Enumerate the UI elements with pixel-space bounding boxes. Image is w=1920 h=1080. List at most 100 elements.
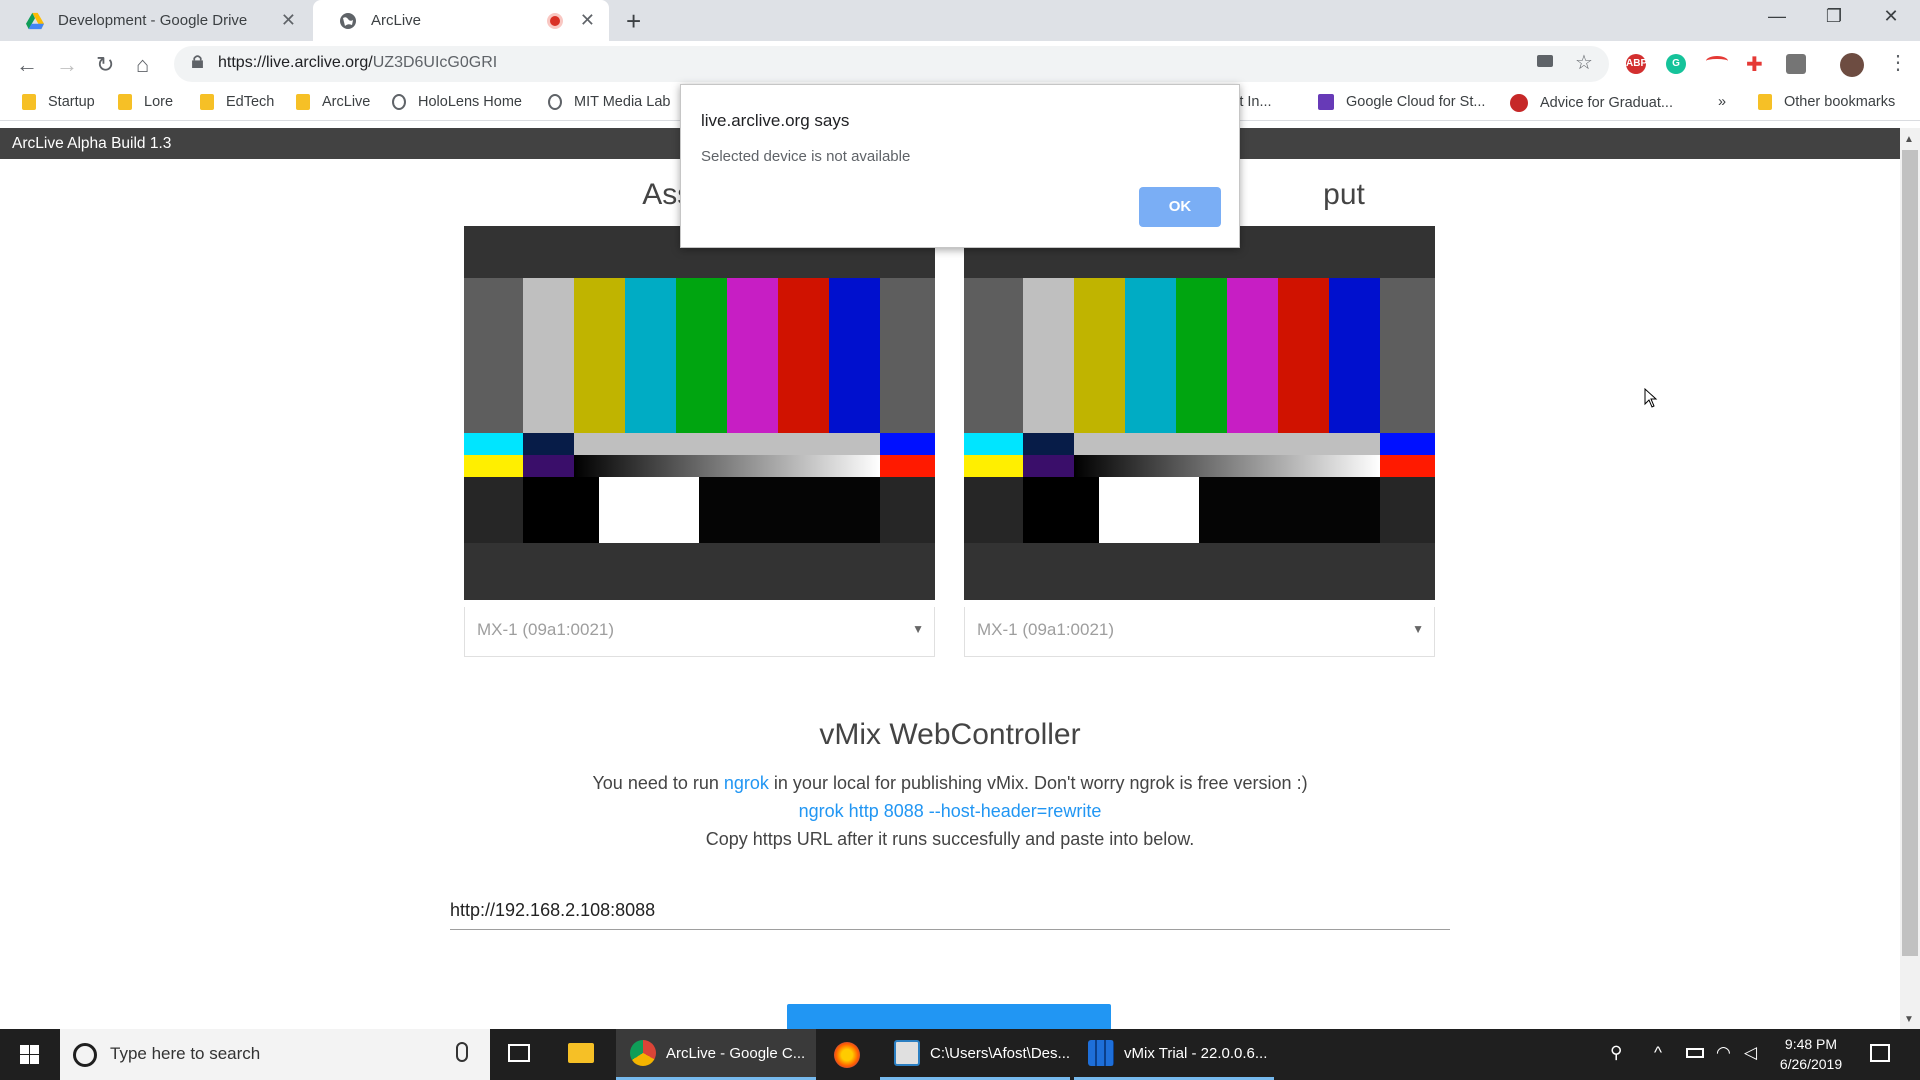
show-hidden-icons-icon[interactable]: ^ [1654, 1043, 1662, 1063]
adblock-icon[interactable]: ABP [1626, 54, 1647, 74]
pluge-row [964, 433, 1435, 477]
instruction-suffix: in your local for publishing vMix. Don't… [768, 773, 1308, 793]
ngrok-command-line: ngrok http 8088 --host-header=rewrite [0, 801, 1900, 822]
device-select-right[interactable]: MX-1 (09a1:0021) ▼ [964, 607, 1435, 657]
bookmark-arclive[interactable]: ArcLive [296, 94, 370, 110]
taskbar-clock[interactable]: 9:48 PM 6/26/2019 [1756, 1034, 1866, 1074]
more-vert-icon[interactable]: ⋮ [1888, 50, 1908, 75]
bookmark-mit-media-lab[interactable]: MIT Media Lab [548, 94, 670, 110]
bookmark-label: Startup [48, 94, 95, 110]
url-host: https://live.arclive.org/ [218, 54, 373, 71]
color-bars [464, 278, 935, 433]
action-center-icon[interactable] [1870, 1044, 1890, 1062]
people-icon[interactable]: ⚲ [1610, 1043, 1622, 1063]
dialog-ok-button[interactable]: OK [1139, 187, 1221, 227]
bookmark-label: Google Cloud for St... [1346, 94, 1486, 110]
grammarly-icon[interactable]: G [1666, 54, 1686, 74]
clock-date: 6/26/2019 [1779, 1056, 1843, 1072]
vmix-instructions: You need to run ngrok in your local for … [0, 773, 1900, 794]
profile-avatar-icon[interactable] [1840, 53, 1864, 77]
folder-icon [200, 94, 214, 110]
taskbar-vmix[interactable]: vMix Trial - 22.0.0.6... [1074, 1029, 1274, 1080]
camera-icon[interactable] [1537, 55, 1553, 67]
panel-title-text: put [1323, 178, 1365, 211]
vmix-title: vMix WebController [819, 718, 1081, 751]
folder-icon [22, 94, 36, 110]
globe-icon [548, 94, 562, 110]
taskbar-item-label: ArcLive - Google C... [666, 1044, 806, 1062]
taskbar-item-label: vMix Trial - 22.0.0.6... [1124, 1044, 1268, 1062]
folder-icon [296, 94, 310, 110]
bookmark-label: ArcLive [322, 94, 371, 110]
dropdown-caret-icon: ▼ [912, 622, 924, 636]
selected-device: MX-1 (09a1:0021) [977, 620, 1115, 639]
taskbar-explorer-window[interactable]: C:\Users\Afost\Des... [880, 1029, 1070, 1080]
vmix-icon [1088, 1040, 1114, 1066]
restore-window-button[interactable]: ❐ [1805, 6, 1863, 27]
scroll-up-arrow[interactable]: ▲ [1904, 134, 1914, 145]
bookmark-startup[interactable]: Startup [22, 94, 95, 110]
bookmark-label: MIT Media Lab [574, 94, 671, 110]
instruction-prefix: You need to run [592, 773, 724, 793]
folder-icon [118, 94, 132, 110]
back-button[interactable]: ← [16, 52, 38, 78]
globe-icon [340, 12, 356, 29]
bookmark-hololens-home[interactable]: HoloLens Home [392, 94, 522, 110]
code-icon[interactable] [1786, 54, 1806, 74]
microphone-icon[interactable] [456, 1042, 468, 1062]
bookmark-google-cloud[interactable]: Google Cloud for St... [1318, 94, 1485, 110]
black-white-row [464, 477, 935, 543]
ngrok-command-link[interactable]: ngrok http 8088 --host-header=rewrite [799, 801, 1102, 821]
ngrok-link[interactable]: ngrok [724, 773, 769, 793]
form-icon [1318, 94, 1334, 110]
vmix-url-input[interactable] [450, 880, 1450, 930]
file-explorer-icon[interactable] [568, 1043, 594, 1063]
tab-title: Development - Google Drive [58, 12, 248, 29]
star-icon[interactable]: ☆ [1575, 50, 1593, 75]
device-select-left[interactable]: MX-1 (09a1:0021) ▼ [464, 607, 935, 657]
overflow-chevron: » [1718, 94, 1727, 110]
folder-icon [1758, 94, 1772, 110]
bookmark-other[interactable]: Other bookmarks [1758, 94, 1895, 110]
taskbar-firefox[interactable] [820, 1029, 876, 1080]
close-tab-icon[interactable]: ✕ [281, 10, 296, 31]
bookmarks-overflow-button[interactable]: » [1718, 94, 1726, 110]
bookmark-edtech[interactable]: EdTech [200, 94, 274, 110]
scroll-down-arrow[interactable]: ▼ [1904, 1014, 1914, 1025]
video-feed-left [464, 226, 935, 600]
arc-icon[interactable] [1706, 56, 1728, 66]
app-title: ArcLive Alpha Build 1.3 [12, 135, 172, 152]
close-tab-icon[interactable]: ✕ [580, 10, 595, 31]
explorer-window-icon [894, 1040, 920, 1066]
copy-url-instruction: Copy https URL after it runs succesfully… [705, 829, 1195, 849]
windows-start-icon[interactable] [0, 1029, 58, 1080]
bookmark-label: Other bookmarks [1784, 94, 1896, 110]
bookmark-label: Advice for Graduat... [1540, 95, 1673, 111]
medical-cross-icon[interactable]: ✚ [1746, 52, 1763, 77]
taskbar-chrome[interactable]: ArcLive - Google C... [616, 1029, 816, 1080]
new-tab-button[interactable]: + [626, 6, 641, 37]
home-button[interactable]: ⌂ [136, 52, 149, 78]
forward-button[interactable]: → [56, 52, 78, 78]
mouse-cursor-icon [1644, 388, 1658, 408]
close-window-button[interactable]: ✕ [1862, 6, 1920, 27]
black-white-row [964, 477, 1435, 543]
battery-icon[interactable] [1686, 1048, 1704, 1058]
reload-button[interactable]: ↻ [96, 52, 114, 78]
bookmark-lore[interactable]: Lore [118, 94, 173, 110]
bookmark-advice[interactable]: Advice for Graduat... [1510, 94, 1673, 112]
wifi-icon[interactable]: ◠ [1716, 1043, 1731, 1063]
bookmark-label: EdTech [226, 94, 275, 110]
video-feed-right [964, 226, 1435, 600]
task-view-icon[interactable] [508, 1044, 530, 1062]
bookmark-label: HoloLens Home [418, 94, 522, 110]
recording-indicator-icon [547, 13, 563, 29]
tab-arclive[interactable]: ArcLive ✕ [313, 0, 609, 41]
dropdown-caret-icon: ▼ [1412, 622, 1424, 636]
minimize-window-button[interactable]: — [1748, 6, 1806, 27]
tab-google-drive[interactable]: Development - Google Drive ✕ [0, 0, 310, 41]
bookmark-label: Lore [144, 94, 174, 110]
scrollbar-thumb[interactable] [1902, 150, 1918, 956]
url-path: UZ3D6UIcG0GRI [372, 54, 498, 71]
selected-device: MX-1 (09a1:0021) [477, 620, 615, 639]
